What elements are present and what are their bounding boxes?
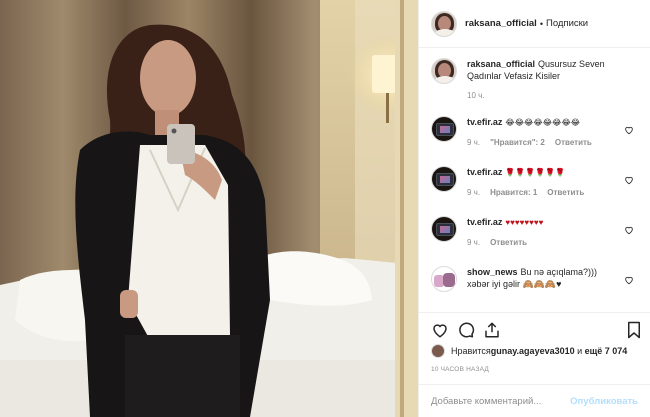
comment-like-heart-icon[interactable] (624, 275, 634, 285)
reply-button[interactable]: Ответить (547, 187, 584, 199)
post-photo[interactable] (0, 0, 418, 417)
comment-time[interactable]: 9 ч. (467, 237, 480, 249)
commenter-avatar[interactable] (431, 116, 457, 142)
comments-list: raksana_official Qusursuz Seven Qadınlar … (419, 58, 650, 306)
liker-avatar[interactable] (431, 344, 445, 358)
commenter-avatar[interactable] (431, 166, 457, 192)
heart-icon[interactable] (431, 321, 449, 339)
header-separator: • (539, 18, 543, 29)
comment-item: show_news Bu nə açıqlama?))) xəbər iyi gə… (419, 266, 650, 306)
commenter-avatar[interactable] (431, 266, 457, 292)
comment-time[interactable]: 9 ч. (467, 187, 480, 199)
likes-count-link[interactable]: ещё 7 074 (585, 346, 628, 356)
reply-button[interactable]: Ответить (490, 237, 527, 249)
comment-like-heart-icon[interactable] (624, 225, 634, 235)
follow-status-button[interactable]: Подписки (546, 18, 588, 29)
likes-line: Нравится gunay.agayeva3010 и ещё 7 074 (431, 344, 642, 358)
post-side-panel: raksana_official • Подписки raksana_offi… (418, 0, 650, 417)
comment-meta: 9 ч. Ответить (467, 237, 638, 249)
comment-like-heart-icon[interactable] (624, 125, 634, 135)
publish-button[interactable]: Опубликовать (570, 396, 638, 407)
bookmark-icon[interactable] (626, 321, 642, 339)
comment-text-line2: xəbər iyi gəlir 🙈🙈🙈♥ (467, 279, 562, 289)
comment-icon[interactable] (457, 321, 475, 339)
mirror-selfie-image (0, 0, 418, 417)
comment-username[interactable]: tv.efir.az (467, 217, 502, 227)
likes-middle: и (574, 346, 585, 356)
comment-username[interactable]: tv.efir.az (467, 117, 502, 127)
action-bar (419, 312, 650, 344)
commenter-avatar[interactable] (431, 216, 457, 242)
comment-username[interactable]: tv.efir.az (467, 167, 502, 177)
caption-body: raksana_official Qusursuz Seven Qadınlar … (467, 58, 638, 116)
comment-item: tv.efir.az ♥♥♥♥♥♥♥♥ 9 ч. Ответить (419, 216, 650, 266)
share-icon[interactable] (483, 321, 501, 339)
post-header: raksana_official • Подписки (419, 0, 650, 48)
header-username[interactable]: raksana_official (465, 18, 537, 29)
caption-meta: 10 ч. (467, 90, 638, 102)
likes-prefix: Нравится (451, 346, 491, 356)
comment-text: Bu nə açıqlama?))) (520, 267, 598, 277)
comment-input[interactable] (431, 395, 571, 407)
caption-time[interactable]: 10 ч. (467, 90, 485, 102)
liker-username[interactable]: gunay.agayeva3010 (491, 346, 575, 356)
comment-item: tv.efir.az 🌹🌹🌹🌹🌹🌹 9 ч. Нравится: 1 Ответи… (419, 166, 650, 216)
caption-username[interactable]: raksana_official (467, 59, 535, 69)
caption-avatar[interactable] (431, 58, 457, 84)
comment-like-heart-icon[interactable] (624, 175, 634, 185)
comment-likes[interactable]: "Нравится": 2 (490, 137, 545, 149)
comment-item: tv.efir.az 😂😂😂😂😂😂😂😂 9 ч. "Нравится": 2 От… (419, 116, 650, 166)
comment-text: 😂😂😂😂😂😂😂😂 (505, 118, 581, 127)
instagram-post: raksana_official • Подписки raksana_offi… (0, 0, 650, 417)
user-avatar[interactable] (431, 10, 457, 37)
comment-time[interactable]: 9 ч. (467, 137, 480, 149)
comment-body: show_news Bu nə açıqlama?))) xəbər iyi gə… (467, 266, 638, 306)
comment-username[interactable]: show_news (467, 267, 518, 277)
comment-meta: 9 ч. Нравится: 1 Ответить (467, 187, 638, 199)
reply-button[interactable]: Ответить (555, 137, 592, 149)
comment-text: 🌹🌹🌹🌹🌹🌹 (505, 168, 566, 177)
post-timestamp[interactable]: 10 часов назад (431, 366, 489, 373)
comment-body: tv.efir.az 🌹🌹🌹🌹🌹🌹 9 ч. Нравится: 1 Ответи… (467, 166, 638, 216)
comment-body: tv.efir.az 😂😂😂😂😂😂😂😂 9 ч. "Нравится": 2 От… (467, 116, 638, 166)
comment-meta: 9 ч. "Нравится": 2 Ответить (467, 137, 638, 149)
comment-text: ♥♥♥♥♥♥♥♥ (505, 218, 544, 227)
comment-body: tv.efir.az ♥♥♥♥♥♥♥♥ 9 ч. Ответить (467, 216, 638, 266)
comment-likes[interactable]: Нравится: 1 (490, 187, 537, 199)
add-comment-bar: Опубликовать (419, 384, 650, 417)
caption-item: raksana_official Qusursuz Seven Qadınlar … (419, 58, 650, 116)
